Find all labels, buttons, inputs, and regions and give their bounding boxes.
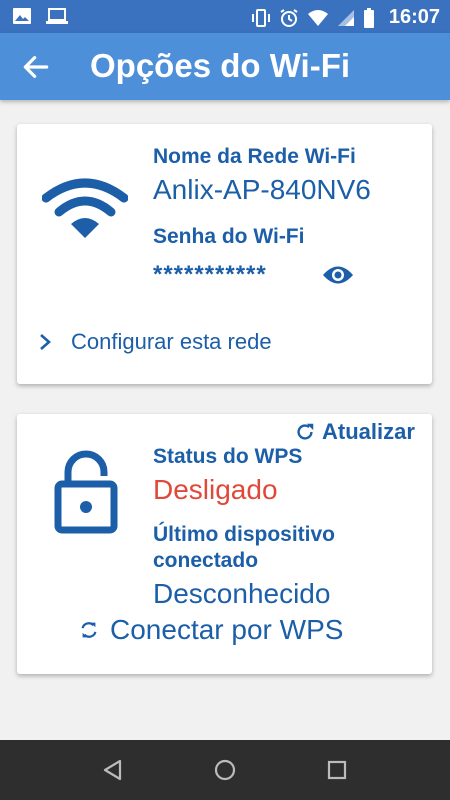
app-bar: Opções do Wi-Fi xyxy=(0,33,450,100)
nav-back-icon[interactable] xyxy=(98,755,128,785)
refresh-button[interactable]: Atualizar xyxy=(294,419,415,445)
wps-status-label: Status do WPS xyxy=(153,445,303,468)
status-bar: 16:07 xyxy=(0,0,450,33)
configure-network-label: Configurar esta rede xyxy=(71,329,272,354)
image-icon xyxy=(13,8,31,24)
last-device-label: Último dispositivo xyxy=(153,523,336,546)
back-arrow-icon[interactable] xyxy=(20,51,52,83)
sync-icon xyxy=(81,622,97,638)
battery-icon xyxy=(363,7,374,28)
nav-home-icon[interactable] xyxy=(210,755,240,785)
system-nav-bar xyxy=(0,740,450,800)
connect-wps-label: Conectar por WPS xyxy=(110,614,344,645)
cell-signal-icon xyxy=(337,9,354,26)
nav-recents-icon[interactable] xyxy=(322,755,352,785)
wps-status-value: Desligado xyxy=(153,474,278,505)
last-device-value: Desconhecido xyxy=(153,578,331,609)
network-name-value: Anlix-AP-840NV6 xyxy=(153,174,371,205)
network-name-label: Nome da Rede Wi-Fi xyxy=(153,145,356,168)
password-value: *********** xyxy=(153,261,267,288)
connect-wps-button[interactable]: Conectar por WPS xyxy=(78,614,343,646)
wps-card: Atualizar Status do WPS Desligado Último… xyxy=(17,414,432,674)
alarm-icon xyxy=(280,8,298,27)
eye-icon[interactable] xyxy=(322,264,354,286)
configure-network-link[interactable]: Configurar esta rede xyxy=(37,329,272,355)
vibrate-icon xyxy=(251,8,270,27)
chevron-right-icon xyxy=(40,334,51,350)
page-title: Opções do Wi-Fi xyxy=(90,47,351,84)
wifi-signal-icon xyxy=(307,9,328,26)
network-card: Nome da Rede Wi-Fi Anlix-AP-840NV6 Senha… xyxy=(17,124,432,384)
password-label: Senha do Wi-Fi xyxy=(153,225,305,248)
refresh-label: Atualizar xyxy=(322,419,415,444)
wifi-icon xyxy=(42,178,128,238)
last-device-label-2: conectado xyxy=(153,549,259,572)
clock: 16:07 xyxy=(388,6,440,28)
laptop-icon xyxy=(46,8,68,24)
lock-open-icon xyxy=(54,450,118,534)
refresh-icon xyxy=(297,423,314,440)
